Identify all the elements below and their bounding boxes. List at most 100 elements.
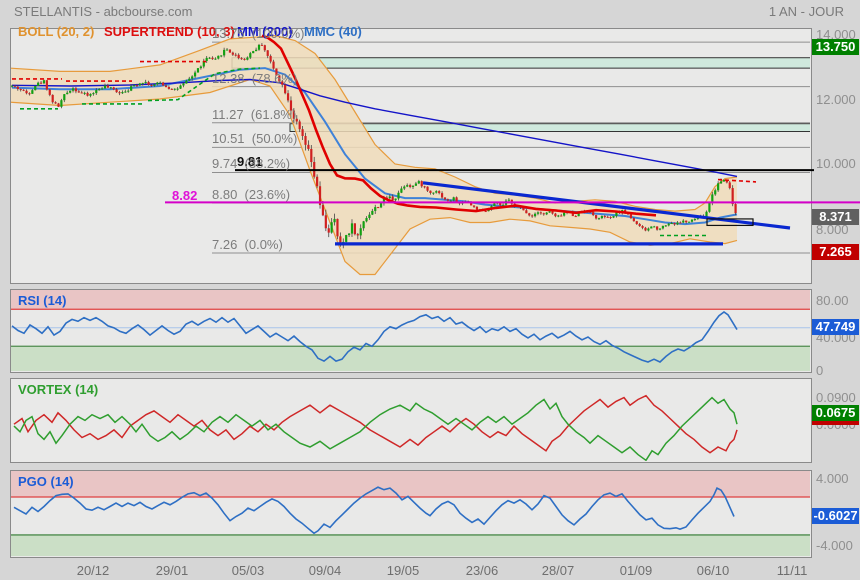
- candle-body: [691, 220, 693, 222]
- fib-level-label: 8.80 (23.6%): [212, 188, 290, 202]
- date-tick-label: 11/11: [777, 563, 808, 578]
- candle-body: [86, 93, 88, 96]
- axis-tick-label: 0.0900: [816, 390, 860, 405]
- date-tick-label: 09/04: [309, 563, 342, 578]
- candle-body: [238, 55, 240, 58]
- candle-body: [182, 83, 184, 85]
- candle-body: [668, 224, 670, 226]
- candle-body: [508, 200, 510, 201]
- candle-body: [694, 219, 696, 220]
- candle-body: [133, 85, 135, 86]
- candle-body: [287, 93, 289, 100]
- candle-body: [220, 55, 222, 56]
- candle-body: [647, 228, 649, 230]
- candle-body: [23, 90, 25, 91]
- candle-body: [563, 213, 565, 216]
- candle-body: [639, 224, 641, 226]
- fib-level-label: 12.38 (78.6%): [212, 72, 297, 86]
- candle-body: [502, 205, 504, 206]
- candle-body: [17, 87, 19, 89]
- candle-body: [101, 88, 103, 89]
- candle-body: [34, 86, 36, 90]
- candle-body: [548, 211, 550, 212]
- candle-body: [531, 215, 533, 216]
- candle-body: [325, 215, 327, 228]
- legend-boll: BOLL (20, 2): [18, 25, 94, 39]
- candle-body: [365, 218, 367, 221]
- candle-body: [89, 94, 91, 96]
- candle-body: [546, 213, 548, 215]
- chart-page: STELLANTIS - abcbourse.com 1 AN - JOUR B…: [0, 0, 860, 580]
- candle-body: [575, 216, 577, 217]
- fib-level-label: 10.51 (50.0%): [212, 132, 297, 146]
- candle-body: [528, 213, 530, 215]
- candle-body: [473, 205, 475, 206]
- candle-body: [54, 102, 56, 103]
- candle-body: [441, 193, 443, 197]
- candle-body: [235, 55, 237, 56]
- candle-body: [360, 228, 362, 235]
- candle-body: [610, 217, 612, 218]
- candle-body: [124, 92, 126, 93]
- date-tick-label: 05/03: [232, 563, 265, 578]
- candle-body: [723, 180, 725, 182]
- vortex-panel[interactable]: [11, 379, 812, 463]
- candle-body: [301, 129, 303, 136]
- candle-body: [333, 219, 335, 222]
- candle-body: [729, 182, 731, 188]
- candle-body: [444, 198, 446, 200]
- candle-body: [52, 95, 54, 102]
- candle-body: [147, 82, 149, 85]
- candle-body: [662, 226, 664, 229]
- candle-body: [653, 226, 655, 227]
- candle-body: [116, 89, 118, 92]
- candle-body: [560, 216, 562, 217]
- candle-body: [69, 91, 71, 93]
- candle-body: [543, 213, 545, 214]
- candle-body: [595, 215, 597, 218]
- candle-body: [185, 81, 187, 84]
- candle-body: [127, 91, 129, 92]
- candle-body: [717, 183, 719, 190]
- value-badge: 13.750: [812, 39, 859, 55]
- oversold-zone: [11, 535, 810, 556]
- candle-body: [688, 222, 690, 223]
- rsi-panel-label: RSI (14): [18, 293, 66, 308]
- candle-body: [179, 85, 181, 88]
- page-title: STELLANTIS - abcbourse.com: [14, 5, 192, 19]
- candle-body: [214, 59, 216, 60]
- candle-body: [551, 211, 553, 213]
- candle-body: [107, 86, 109, 88]
- fib-level-label: 11.27 (61.8%): [212, 108, 296, 122]
- candle-body: [200, 67, 202, 69]
- candle-body: [243, 59, 245, 60]
- candle-body: [316, 177, 318, 186]
- candle-body: [328, 228, 330, 232]
- date-tick-label: 29/01: [156, 563, 189, 578]
- candle-body: [406, 185, 408, 186]
- candle-body: [28, 93, 30, 94]
- candle-body: [20, 89, 22, 90]
- overbought-zone: [11, 471, 810, 497]
- candle-body: [145, 82, 147, 83]
- candle-body: [592, 212, 594, 215]
- candle-body: [162, 83, 164, 86]
- candle-body: [156, 83, 158, 85]
- candle-body: [377, 207, 379, 208]
- candle-body: [659, 228, 661, 229]
- candle-body: [229, 50, 231, 53]
- candle-body: [554, 214, 556, 217]
- candle-body: [429, 191, 431, 193]
- candle-body: [177, 89, 179, 90]
- candle-body: [25, 91, 27, 93]
- candle-body: [272, 62, 274, 69]
- fib-level-label: 9.74 (38.2%): [212, 157, 290, 171]
- candle-body: [92, 93, 94, 94]
- value-badge: 0.0675: [812, 405, 859, 421]
- candle-body: [142, 83, 144, 84]
- candle-body: [40, 83, 42, 84]
- candle-body: [604, 216, 606, 217]
- candle-body: [299, 121, 301, 129]
- value-badge: 8.371: [812, 209, 859, 225]
- candle-body: [633, 218, 635, 221]
